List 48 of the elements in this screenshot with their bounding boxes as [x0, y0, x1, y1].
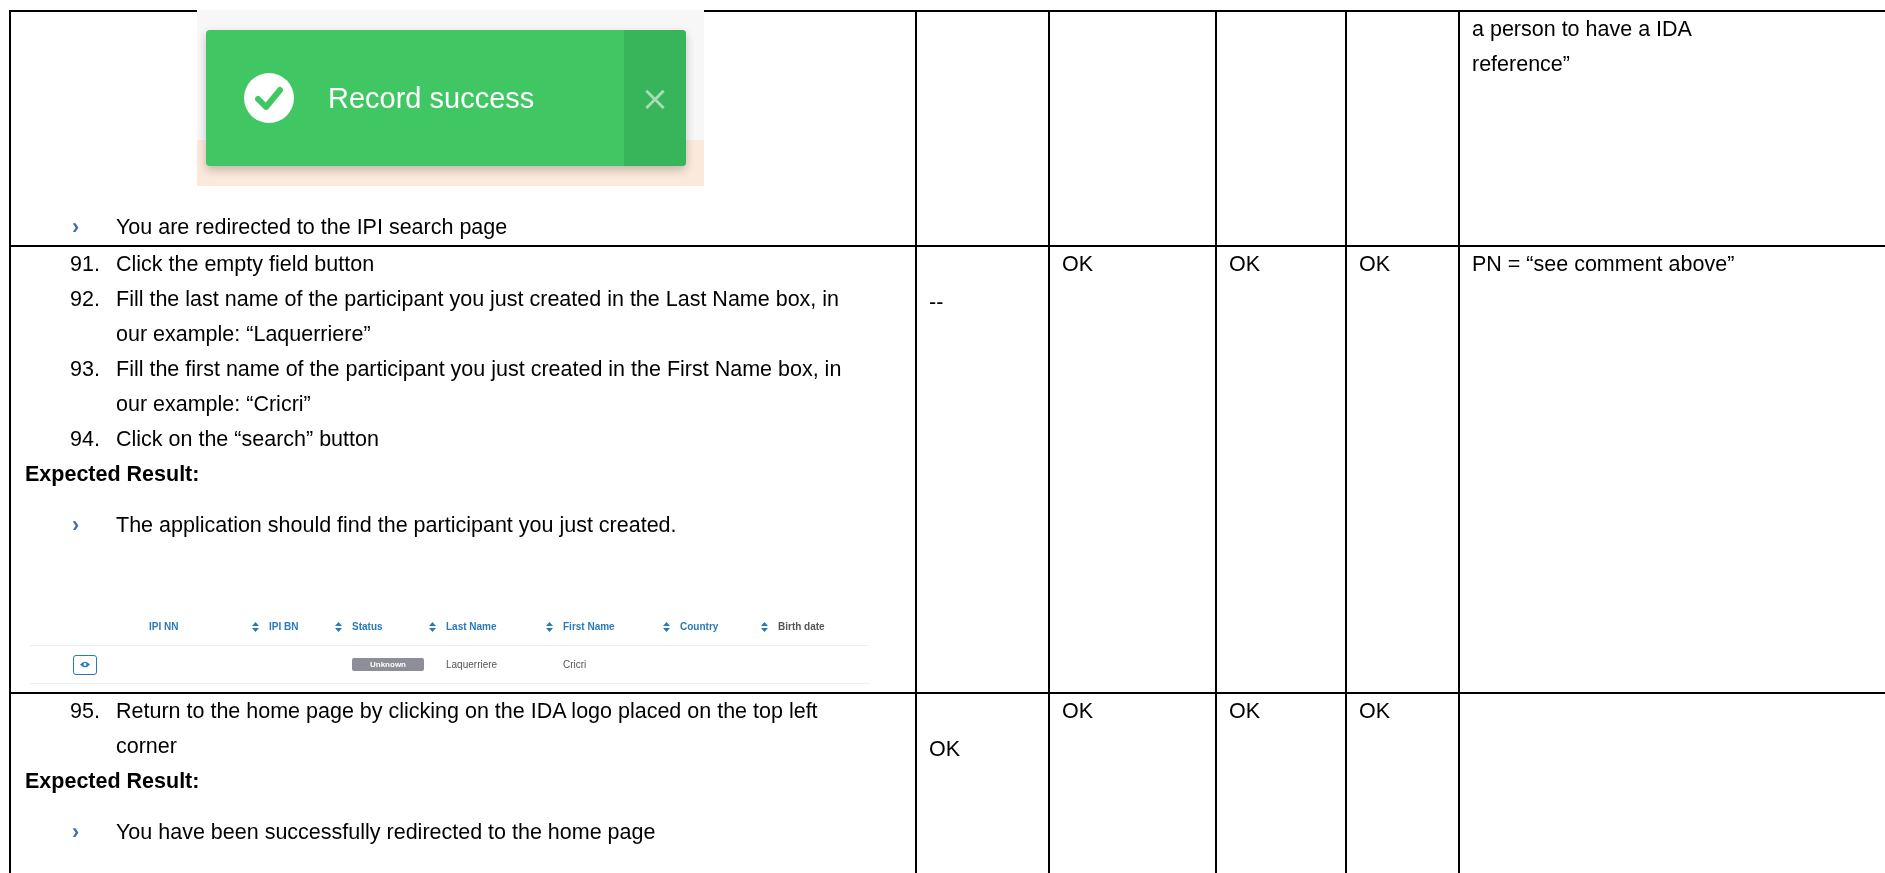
table-cell-text: Laquerriere [446, 658, 499, 671]
bullet-marker: › [72, 512, 81, 539]
bullet-text: You have been successfully redirected to the home page [116, 819, 656, 846]
bullet-text: You are redirected to the IPI search page [116, 214, 508, 241]
sort-icon[interactable] [546, 622, 553, 632]
toast-message: Record success [328, 81, 536, 115]
status-badge: Unknown [352, 658, 424, 671]
table-cell: OK [1048, 694, 1215, 873]
column-header[interactable]: Country [680, 621, 719, 633]
view-button[interactable] [73, 654, 97, 675]
sort-icon[interactable] [429, 622, 436, 632]
comment-cell: a person to have a IDA reference” [1458, 12, 1885, 247]
step-text: Click on the “search” button [116, 426, 380, 453]
table-cell-text: Cricri [563, 658, 588, 671]
step-number: 93. [70, 356, 101, 383]
expected-result-heading: Expected Result: [24, 461, 201, 488]
eye-icon [80, 661, 90, 668]
column-header[interactable]: First Name [563, 621, 615, 633]
sort-icon[interactable] [252, 622, 259, 632]
table-cell: OK [1048, 247, 1215, 694]
table-cell: OK [1345, 247, 1458, 694]
column-header[interactable]: IPI BN [269, 621, 299, 633]
column-header[interactable]: Status [352, 621, 383, 633]
step-number: 94. [70, 426, 101, 453]
table-cell: OK [1215, 247, 1345, 694]
table-cell: OK [1345, 694, 1458, 873]
step-number: 91. [70, 251, 101, 278]
column-header[interactable]: Last Name [446, 621, 497, 633]
column-header[interactable]: IPI NN [149, 621, 179, 633]
step-text: Fill the last name of the participant you just created in the Last Name box, in our example: “Laquerriere” [116, 286, 841, 348]
sort-icon[interactable] [761, 622, 768, 632]
table-cell: OK [915, 694, 1048, 873]
comment-cell: PN = “see comment above” [1458, 247, 1885, 694]
sort-icon[interactable] [335, 622, 342, 632]
check-circle-icon [244, 73, 294, 123]
column-header: Birth date [778, 621, 825, 633]
table-cell: -- [915, 247, 1048, 694]
expected-result-heading: Expected Result: [24, 768, 201, 795]
bullet-marker: › [72, 819, 81, 846]
step-text: Fill the first name of the participant you just created in the First Name box, in our example: “Cricri” [116, 356, 843, 418]
step-text: Return to the home page by clicking on the IDA logo placed on the top left corner [116, 698, 819, 760]
bullet-text: The application should find the participant you just created. [116, 512, 677, 539]
step-text: Click the empty field button [116, 251, 376, 278]
step-number: 92. [70, 286, 101, 313]
bullet-marker: › [72, 214, 81, 241]
table-cell: OK [1215, 694, 1345, 873]
sort-icon[interactable] [663, 622, 670, 632]
step-number: 95. [70, 698, 101, 725]
